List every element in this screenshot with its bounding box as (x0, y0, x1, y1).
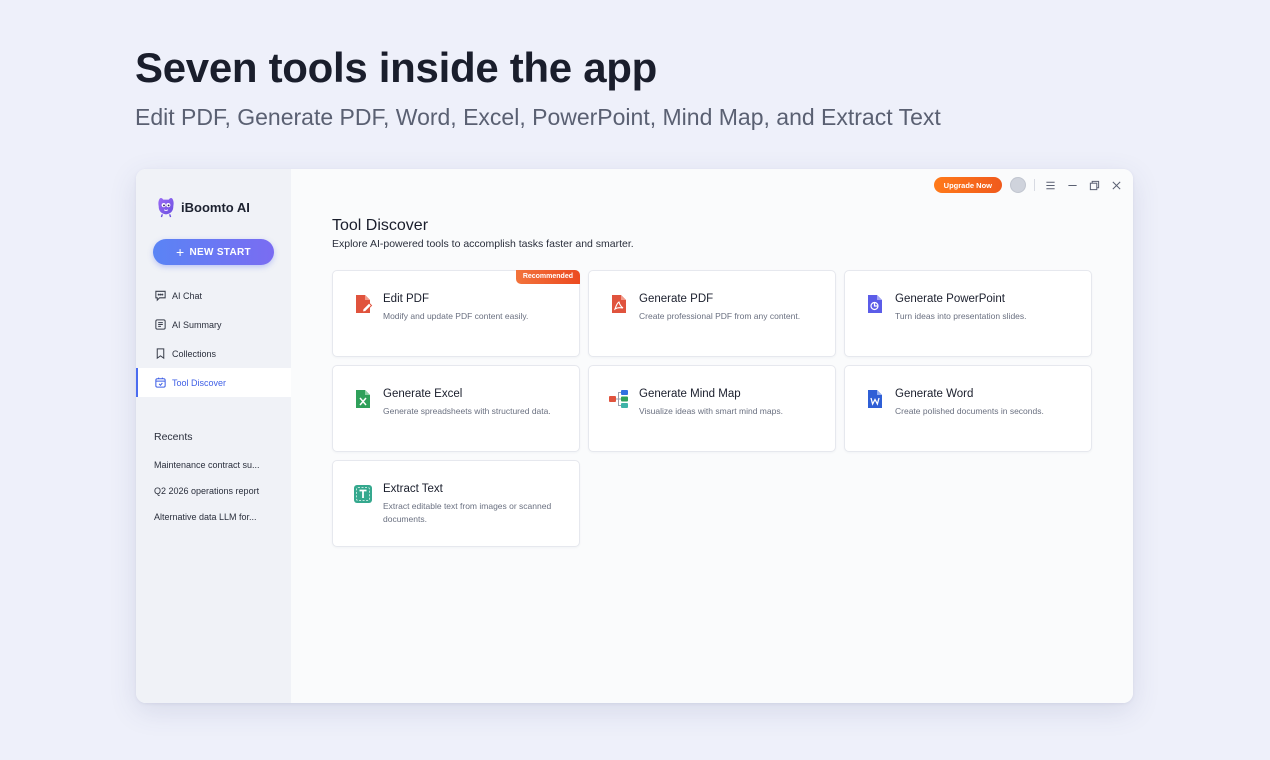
recent-item[interactable]: Alternative data LLM for... (154, 504, 274, 530)
sidebar-item-label: AI Chat (172, 290, 203, 301)
chat-icon (155, 290, 166, 302)
recents-title: Recents (154, 431, 193, 443)
tool-card-generate-excel[interactable]: Generate Excel Generate spreadsheets wit… (332, 365, 580, 452)
new-start-label: NEW START (189, 246, 251, 258)
upgrade-now-button[interactable]: Upgrade Now (933, 177, 1002, 193)
tool-card-generate-powerpoint[interactable]: Generate PowerPoint Turn ideas into pres… (844, 270, 1092, 357)
main-panel: Upgrade Now Tool Discover Explore AI-pow… (291, 169, 1133, 703)
menu-icon (1045, 181, 1055, 189)
recent-item[interactable]: Q2 2026 operations report (154, 478, 274, 504)
tool-description: Create polished documents in seconds. (895, 406, 1044, 416)
page-title: Tool Discover (332, 217, 429, 234)
tool-description: Turn ideas into presentation slides. (895, 311, 1027, 321)
tool-title: Generate Excel (383, 388, 463, 400)
tool-description: Modify and update PDF content easily. (383, 311, 529, 321)
close-button[interactable] (1109, 178, 1123, 192)
tool-title: Generate Word (895, 388, 974, 400)
bookmark-icon (156, 348, 165, 360)
brand-name: iBoomto AI (181, 199, 250, 215)
sidebar-item-label: Collections (172, 348, 217, 359)
title-bar: Upgrade Now (933, 177, 1123, 193)
sidebar-item-tool-discover[interactable]: Tool Discover (136, 368, 291, 397)
avatar[interactable] (1010, 177, 1026, 193)
divider (1034, 179, 1035, 191)
hero-title: Seven tools inside the app (135, 44, 657, 91)
tool-card-edit-pdf[interactable]: Recommended Edit PDF Modify and update P… (332, 270, 580, 357)
sidebar-item-ai-chat[interactable]: AI Chat (136, 281, 291, 310)
tool-title: Extract Text (383, 483, 443, 495)
tool-card-generate-word[interactable]: Generate Word Create polished documents … (844, 365, 1092, 452)
restore-icon (1089, 180, 1099, 190)
app-window: iBoomto AI + NEW START AI Chat AI Summar… (136, 169, 1133, 703)
tool-grid: Recommended Edit PDF Modify and update P… (332, 270, 1092, 547)
mind-map-icon (609, 390, 628, 408)
tool-title: Generate Mind Map (639, 388, 741, 400)
summary-icon (155, 319, 166, 330)
page-subtitle: Explore AI-powered tools to accomplish t… (332, 238, 634, 250)
sidebar: iBoomto AI + NEW START AI Chat AI Summar… (136, 169, 291, 703)
extract-text-icon (354, 485, 372, 503)
sidebar-item-label: AI Summary (172, 319, 222, 330)
recent-item[interactable]: Maintenance contract su... (154, 452, 274, 478)
tool-card-generate-mind-map[interactable]: Generate Mind Map Visualize ideas with s… (588, 365, 836, 452)
plus-icon: + (176, 244, 185, 260)
sidebar-item-collections[interactable]: Collections (136, 339, 291, 368)
brand: iBoomto AI (155, 196, 250, 218)
edit-pdf-icon (356, 295, 373, 313)
tool-card-generate-pdf[interactable]: Generate PDF Create professional PDF fro… (588, 270, 836, 357)
recents-list: Maintenance contract su... Q2 2026 opera… (154, 452, 274, 530)
tool-discover-icon (155, 377, 166, 388)
brand-logo-icon (158, 198, 174, 218)
tool-card-extract-text[interactable]: Extract Text Extract editable text from … (332, 460, 580, 547)
sidebar-item-ai-summary[interactable]: AI Summary (136, 310, 291, 339)
close-icon (1111, 180, 1121, 190)
minimize-button[interactable] (1065, 178, 1079, 192)
tool-description: Visualize ideas with smart mind maps. (639, 406, 783, 416)
hero-subtitle: Edit PDF, Generate PDF, Word, Excel, Pow… (135, 104, 941, 130)
recommended-badge: Recommended (515, 270, 580, 284)
tool-description: Create professional PDF from any content… (639, 311, 801, 321)
sidebar-item-label: Tool Discover (172, 377, 227, 388)
powerpoint-icon (868, 295, 882, 313)
minimize-icon (1067, 184, 1077, 186)
tool-title: Generate PDF (639, 293, 714, 305)
new-start-button[interactable]: + NEW START (153, 239, 274, 265)
tool-title: Edit PDF (383, 293, 430, 305)
generate-pdf-icon (612, 295, 626, 313)
tool-description: Generate spreadsheets with structured da… (383, 406, 551, 416)
tool-description: Extract editable text from images or sca… (383, 501, 552, 524)
menu-button[interactable] (1043, 178, 1057, 192)
tool-title: Generate PowerPoint (895, 293, 1005, 305)
sidebar-nav: AI Chat AI Summary Collections Tool Disc… (136, 281, 291, 397)
word-icon (868, 390, 882, 408)
restore-button[interactable] (1087, 178, 1101, 192)
excel-icon (356, 390, 370, 408)
